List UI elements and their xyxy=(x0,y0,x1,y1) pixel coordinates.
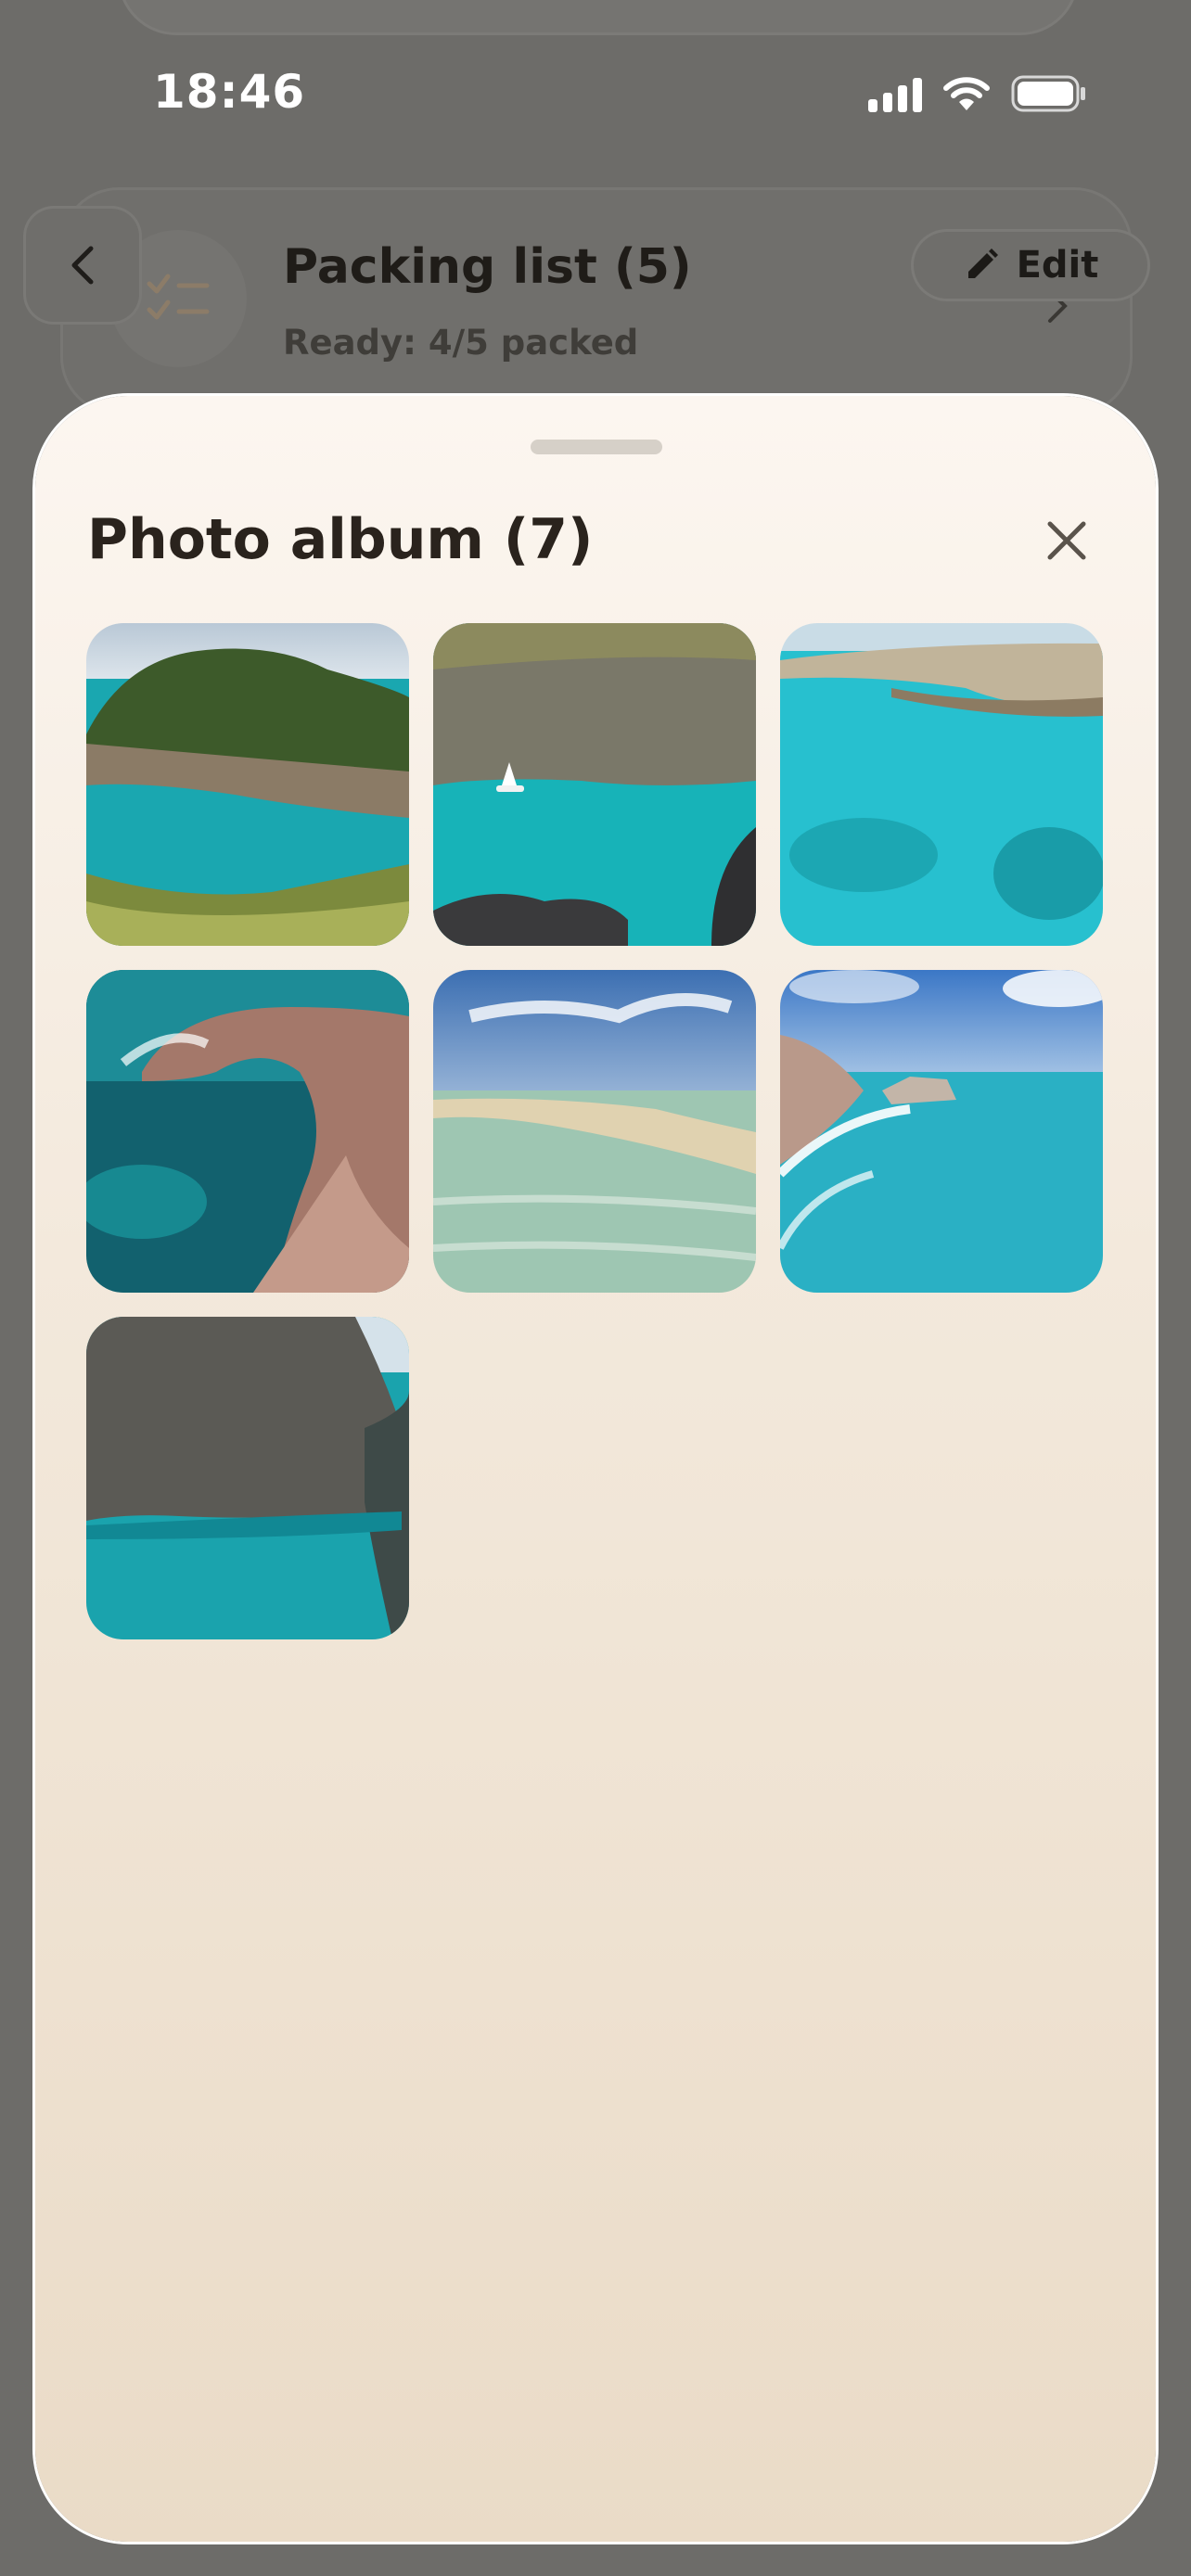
photo-sailboat-cliff-bay[interactable] xyxy=(433,623,756,946)
pencil-icon xyxy=(967,249,998,278)
close-icon xyxy=(1047,521,1086,560)
photo-rock-arch[interactable] xyxy=(86,970,409,1293)
status-time: 18:46 xyxy=(153,65,306,119)
photo-gorge-cove[interactable] xyxy=(86,1317,409,1639)
wifi-icon xyxy=(942,75,991,112)
battery-icon xyxy=(1011,74,1087,113)
cellular-signal-icon xyxy=(868,75,922,112)
sheet-grabber[interactable] xyxy=(531,440,662,454)
status-bar: 18:46 xyxy=(0,0,1191,185)
photo-shallow-beach[interactable] xyxy=(433,970,756,1293)
photo-rocky-island-cove[interactable] xyxy=(86,623,409,946)
back-button[interactable] xyxy=(26,209,139,322)
photo-turquoise-sea-cliffs[interactable] xyxy=(780,623,1103,946)
sheet-title: Photo album (7) xyxy=(87,507,594,572)
photo-grid xyxy=(86,623,1103,1639)
packing-list-status: Ready: 4/5 packed xyxy=(283,323,639,363)
status-icons xyxy=(868,74,1087,113)
close-button[interactable] xyxy=(1037,511,1096,570)
edit-label: Edit xyxy=(1016,244,1099,287)
packing-list-title: Packing list (5) xyxy=(283,239,692,295)
photo-coastline-waves[interactable] xyxy=(780,970,1103,1293)
edit-button[interactable]: Edit xyxy=(914,232,1147,299)
photo-album-sheet: Photo album (7) xyxy=(35,396,1156,2542)
chevron-left-icon xyxy=(71,246,94,285)
